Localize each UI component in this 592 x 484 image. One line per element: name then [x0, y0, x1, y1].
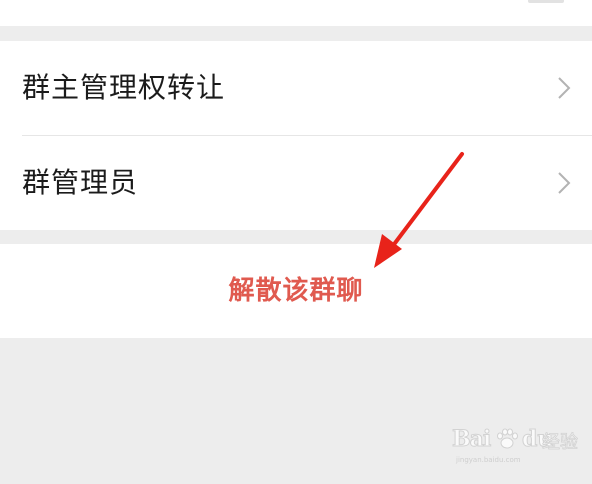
top-settings-card — [0, 0, 592, 26]
transfer-ownership-row[interactable]: 群主管理权转让 — [0, 41, 592, 136]
watermark-brand-left: Bai — [451, 426, 491, 453]
baidu-jingyan-watermark: Bai du 经验 jingyan.baidu.com — [451, 418, 578, 468]
group-admins-row[interactable]: 群管理员 — [0, 136, 592, 230]
dissolve-group-card: 解散该群聊 — [0, 244, 592, 338]
dissolve-group-button[interactable]: 解散该群聊 — [0, 244, 592, 338]
toggle-switch-edge[interactable] — [528, 0, 564, 3]
chevron-right-icon — [558, 77, 571, 99]
chevron-right-icon — [558, 172, 571, 194]
watermark-url: jingyan.baidu.com — [456, 456, 521, 464]
baidu-paw-icon — [497, 428, 518, 449]
group-admin-settings-card: 群主管理权转让 群管理员 — [0, 41, 592, 230]
watermark-brand-cn: 经验 — [542, 432, 579, 454]
transfer-ownership-label: 群主管理权转让 — [22, 71, 226, 104]
group-admins-label: 群管理员 — [22, 166, 139, 199]
